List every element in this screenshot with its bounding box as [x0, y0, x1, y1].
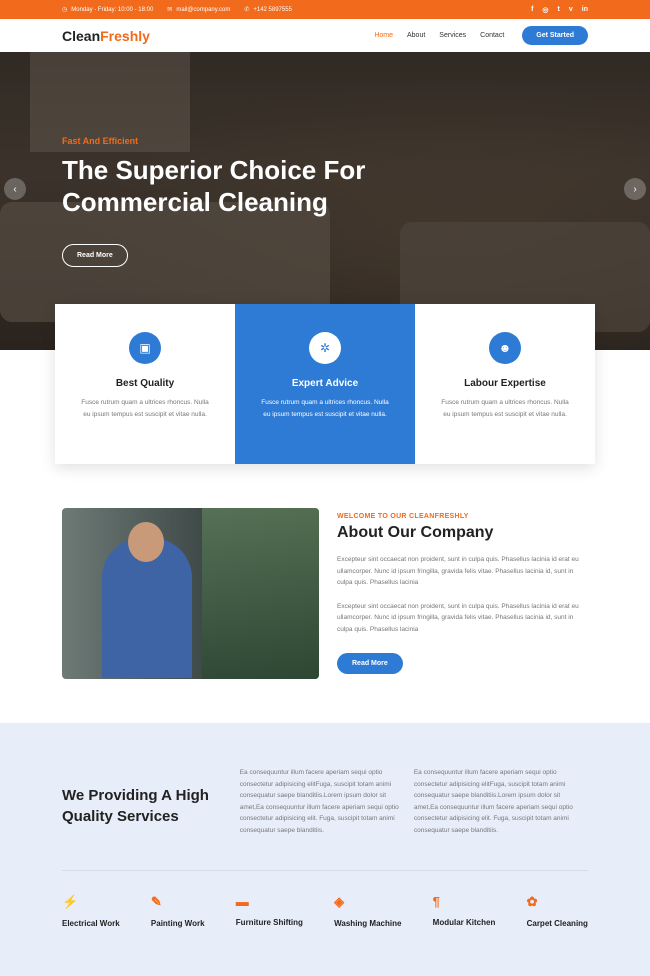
about-section: WELCOME TO OUR CLEANFRESHLY About Our Co…: [62, 508, 588, 679]
top-bar: ◷ Monday - Friday: 10:00 - 18:00 ✉ mail@co…: [0, 0, 650, 19]
shield-icon: ◈: [334, 894, 345, 909]
service-label: Furniture Shifting: [235, 918, 303, 927]
services-section: We Providing A High Quality Services Ea …: [0, 723, 650, 976]
nav-menu: Home About Services Contact Get Started: [374, 26, 588, 45]
feature-card: ▣ Best Quality Fusce rutrum quam a ultri…: [55, 304, 235, 464]
nav-item-contact[interactable]: Contact: [480, 32, 504, 39]
pilcrow-icon: ¶: [432, 894, 440, 909]
main-nav: CleanFreshly Home About Services Contact…: [0, 19, 650, 52]
services-intro: We Providing A High Quality Services Ea …: [62, 767, 588, 836]
hero-title: The Superior Choice For Commercial Cleani…: [62, 154, 365, 218]
email-info[interactable]: ✉ mail@company.com: [167, 6, 230, 14]
logo-part-1: Clean: [62, 27, 101, 44]
service-item-kitchen[interactable]: ¶ Modular Kitchen: [433, 894, 496, 928]
paint-brush-icon: ✎: [150, 894, 162, 909]
feature-text: Fusce rutrum quam a ultrices rhoncus. Nu…: [81, 399, 209, 418]
bed-icon: ▬: [235, 894, 249, 909]
about-read-more-button[interactable]: Read More: [337, 653, 403, 674]
about-paragraph: Excepteur sint occaecat non proident, su…: [337, 602, 579, 633]
about-title: About Our Company: [337, 524, 494, 541]
facebook-icon[interactable]: f: [531, 6, 533, 14]
hours-info: ◷ Monday - Friday: 10:00 - 18:00: [62, 6, 154, 14]
divider: [62, 870, 588, 871]
feature-title: Best Quality: [115, 378, 175, 389]
feature-title: Labour Expertise: [464, 378, 546, 389]
hero-title-line-2: Commercial Cleaning: [62, 187, 328, 217]
nav-item-about[interactable]: About: [407, 32, 425, 39]
about-paragraph: Excepteur sint occaecat non proident, su…: [337, 556, 579, 586]
advice-icon: ✲: [309, 332, 341, 364]
slider-prev-icon[interactable]: ‹: [4, 178, 26, 200]
about-image: [62, 508, 319, 679]
hero-read-more-button[interactable]: Read More: [62, 244, 128, 267]
vimeo-icon[interactable]: v: [569, 6, 573, 14]
hero-kicker: Fast And Efficient: [62, 136, 139, 146]
phone-icon: ✆: [244, 7, 250, 13]
service-label: Modular Kitchen: [432, 918, 496, 927]
hero-text: Fast And Efficient The Superior Choice F…: [62, 136, 365, 267]
features-panel: ▣ Best Quality Fusce rutrum quam a ultri…: [55, 304, 595, 464]
service-item-painting[interactable]: ✎ Painting Work: [151, 894, 205, 928]
email-text[interactable]: mail@company.com: [176, 7, 230, 13]
logo-part-2: Freshly: [100, 27, 150, 44]
social-links: f ◎ t v in: [531, 6, 588, 14]
nav-item-services[interactable]: Services: [439, 32, 466, 39]
services-list: ⚡ Electrical Work ✎ Painting Work ▬ Furnitu…: [62, 894, 588, 928]
linkedin-icon[interactable]: in: [582, 6, 588, 14]
nav-item-home[interactable]: Home: [374, 32, 393, 39]
hours-text: Monday - Friday: 10:00 - 18:00: [71, 6, 154, 13]
service-item-carpet[interactable]: ✿ Carpet Cleaning: [527, 894, 588, 928]
feature-title: Expert Advice: [291, 378, 359, 389]
services-title: We Providing A High Quality Services: [62, 787, 209, 825]
phone-info[interactable]: ✆ +142 5897555: [244, 6, 292, 14]
service-label: Carpet Cleaning: [526, 919, 588, 928]
service-item-furniture[interactable]: ▬ Furniture Shifting: [236, 894, 303, 928]
service-item-electrical[interactable]: ⚡ Electrical Work: [62, 894, 120, 928]
about-image-head: [128, 522, 164, 562]
hero-title-line-1: The Superior Choice For: [62, 155, 366, 185]
services-paragraph: Ea consequuntur illum facere aperiam seq…: [413, 769, 573, 834]
phone-text[interactable]: +142 5897555: [253, 7, 292, 13]
service-label: Washing Machine: [334, 919, 402, 928]
service-label: Electrical Work: [62, 919, 120, 928]
feature-card: ✲ Expert Advice Fusce rutrum quam a ultr…: [235, 304, 415, 464]
feature-text: Fusce rutrum quam a ultrices rhoncus. Nu…: [441, 399, 569, 418]
instagram-icon[interactable]: ◎: [542, 6, 548, 14]
get-started-button[interactable]: Get Started: [522, 26, 588, 45]
mail-icon: ✉: [167, 7, 173, 13]
slider-next-icon[interactable]: ›: [624, 178, 646, 200]
about-image-window: [202, 508, 319, 679]
spray-icon: ✿: [526, 894, 538, 909]
service-label: Painting Work: [150, 919, 205, 928]
clock-icon: ◷: [62, 7, 68, 13]
services-paragraph: Ea consequuntur illum facere aperiam seq…: [239, 769, 399, 834]
worker-icon: ☻: [489, 332, 521, 364]
service-item-washing[interactable]: ◈ Washing Machine: [334, 894, 401, 928]
about-content: WELCOME TO OUR CLEANFRESHLY About Our Co…: [337, 508, 588, 679]
about-kicker: WELCOME TO OUR CLEANFRESHLY: [337, 513, 469, 520]
feature-text: Fusce rutrum quam a ultrices rhoncus. Nu…: [261, 399, 389, 418]
site-logo[interactable]: CleanFreshly: [62, 28, 150, 44]
plug-icon: ⚡: [62, 894, 79, 909]
twitter-icon[interactable]: t: [558, 6, 560, 14]
feature-card: ☻ Labour Expertise Fusce rutrum quam a u…: [415, 304, 595, 464]
quality-icon: ▣: [129, 332, 161, 364]
